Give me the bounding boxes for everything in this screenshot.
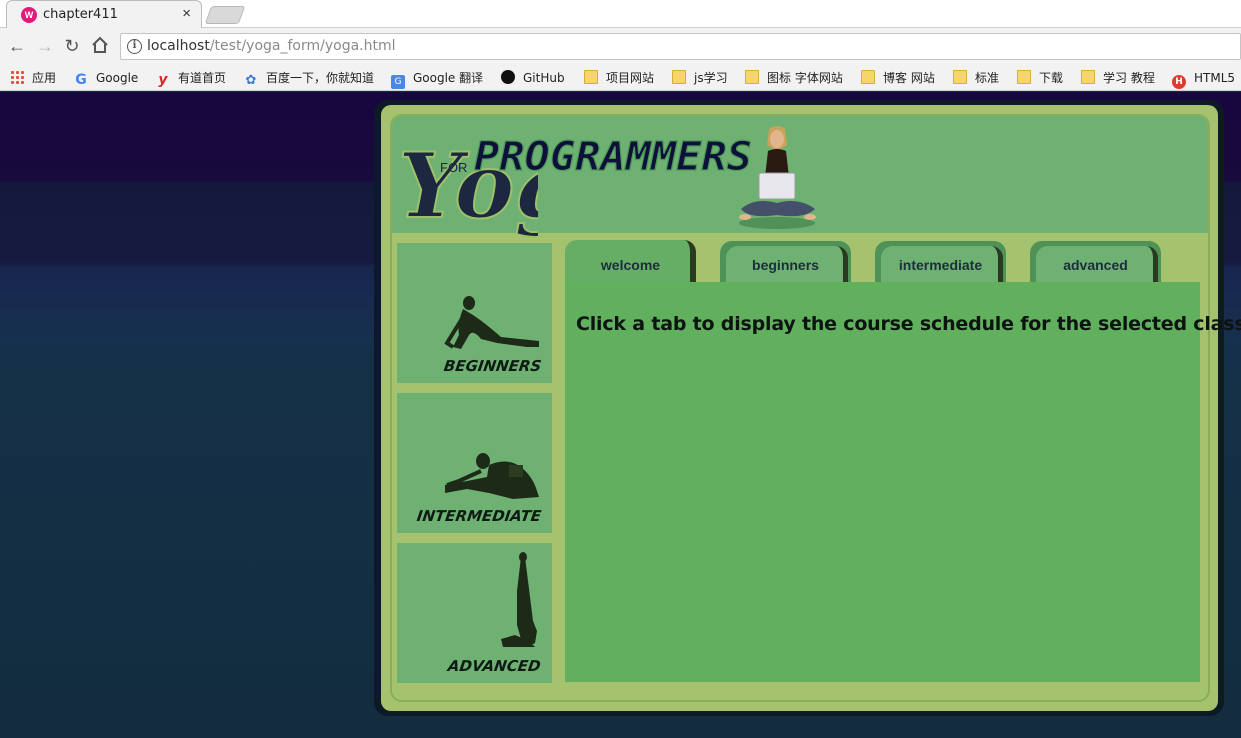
reload-icon[interactable]: ↻: [62, 36, 82, 56]
github-icon: [501, 70, 515, 84]
logo-for-text: FOR: [440, 160, 467, 175]
bookmark-baidu[interactable]: ✿ 百度一下，你就知道: [244, 69, 375, 88]
address-bar[interactable]: i localhost/test/yoga_form/yoga.html: [120, 33, 1241, 60]
browser-tab[interactable]: W chapter411 ×: [6, 0, 202, 28]
bookmark-apps[interactable]: 应用: [10, 69, 56, 87]
folder-icon: [745, 70, 759, 84]
browser-tabstrip: W chapter411 ×: [0, 0, 1241, 28]
browser-toolbar: ← → ↻ i localhost/test/yoga_form/yoga.ht…: [0, 28, 1241, 64]
google-translate-icon: G: [391, 75, 405, 89]
bookmarks-bar: 应用 G Google y 有道首页 ✿ 百度一下，你就知道 G Google 翻译 G…: [0, 64, 1241, 91]
new-tab-button[interactable]: [204, 6, 246, 24]
folder-icon: [1081, 70, 1095, 84]
sidebar-label-beginners: BEGINNERS: [442, 357, 543, 375]
schedule-content-panel: Click a tab to display the course schedu…: [565, 282, 1241, 682]
bookmark-label: js学习: [694, 71, 728, 85]
bookmark-folder[interactable]: 下载: [1017, 69, 1063, 87]
bookmark-folder[interactable]: 学习 教程: [1081, 69, 1155, 87]
folder-icon: [672, 70, 686, 84]
tab-advanced[interactable]: advanced: [1030, 240, 1161, 283]
class-tabs: welcome beginners intermediate advanced: [565, 240, 1200, 283]
bookmark-html5[interactable]: H HTML5: [1172, 69, 1236, 89]
bookmark-folder[interactable]: js学习: [672, 69, 728, 87]
programmers-text: PROGRAMMERS: [474, 134, 752, 180]
folder-icon: [953, 70, 967, 84]
woman-with-laptop-image: [739, 126, 816, 229]
bookmark-label: 百度一下，你就知道: [266, 71, 375, 85]
youdao-icon: y: [158, 72, 168, 88]
bookmark-google[interactable]: G Google: [74, 69, 138, 87]
tab-welcome[interactable]: welcome: [565, 240, 696, 283]
bookmark-folder[interactable]: 图标 字体网站: [745, 69, 843, 87]
folder-icon: [584, 70, 598, 84]
url-host: localhost: [147, 38, 210, 54]
tab-label-welcome: welcome: [600, 257, 661, 273]
sidebar-item-beginners[interactable]: BEGINNERS: [397, 243, 552, 383]
bookmark-label: HTML5: [1194, 71, 1236, 85]
tab-label-advanced: advanced: [1063, 257, 1128, 273]
folder-icon: [861, 70, 875, 84]
webstorm-favicon-icon: W: [21, 7, 37, 23]
bookmark-label: 图标 字体网站: [767, 71, 843, 85]
bookmark-google-translate[interactable]: G Google 翻译: [391, 69, 484, 89]
folder-icon: [1017, 70, 1031, 84]
tab-intermediate[interactable]: intermediate: [875, 240, 1006, 283]
forward-arrow-icon[interactable]: →: [35, 36, 55, 56]
sidebar-item-advanced[interactable]: ADVANCED: [397, 543, 552, 683]
home-icon[interactable]: [90, 36, 110, 56]
baidu-icon: ✿: [245, 73, 257, 88]
google-icon: G: [75, 72, 87, 88]
info-icon[interactable]: i: [127, 39, 142, 54]
bookmark-label: 博客 网站: [883, 71, 935, 85]
url-path: /test/yoga_form/yoga.html: [209, 38, 396, 54]
bookmark-folder[interactable]: 项目网站: [584, 69, 654, 87]
tab-label-beginners: beginners: [752, 257, 819, 273]
bookmark-label: Google 翻译: [413, 71, 484, 85]
sidebar-label-intermediate: INTERMEDIATE: [415, 507, 543, 525]
bookmark-github[interactable]: GitHub: [501, 69, 565, 87]
html5-icon: H: [1172, 75, 1186, 89]
sidebar-item-intermediate[interactable]: INTERMEDIATE: [397, 393, 552, 533]
tab-title: chapter411: [43, 7, 118, 22]
bookmark-label: 有道首页: [178, 71, 227, 85]
bookmark-label: 项目网站: [606, 71, 655, 85]
programmers-logo: PROGRAMMERS: [473, 133, 752, 180]
bookmark-label: Google: [96, 71, 139, 85]
back-arrow-icon[interactable]: ←: [7, 36, 27, 56]
tab-close-icon[interactable]: ×: [182, 5, 191, 22]
sidebar-label-advanced: ADVANCED: [447, 657, 543, 675]
apps-icon: [10, 70, 24, 84]
bookmark-folder[interactable]: 标准: [953, 69, 999, 87]
bookmark-label: GitHub: [523, 71, 565, 85]
tab-beginners[interactable]: beginners: [720, 240, 851, 283]
bookmark-folder[interactable]: 博客 网站: [861, 69, 935, 87]
bookmark-label: 下载: [1039, 71, 1064, 85]
bookmark-label: 学习 教程: [1103, 71, 1155, 85]
bookmark-label: 标准: [975, 71, 1000, 85]
url-text: localhost/test/yoga_form/yoga.html: [147, 38, 396, 54]
bookmark-youdao[interactable]: y 有道首页: [156, 69, 226, 87]
tab-label-intermediate: intermediate: [898, 257, 983, 273]
bookmark-label: 应用: [32, 71, 57, 85]
content-message: Click a tab to display the course schedu…: [576, 313, 1241, 335]
